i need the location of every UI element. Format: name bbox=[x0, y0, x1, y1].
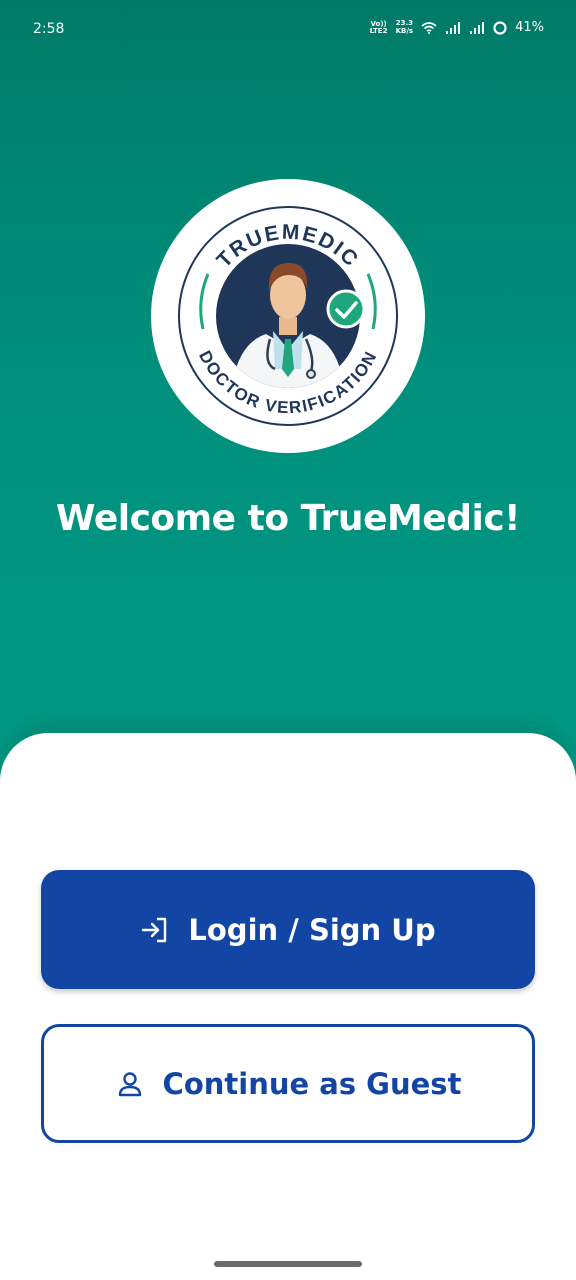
volte-indicator: Vo)) LTE2 bbox=[369, 19, 388, 35]
battery-icon bbox=[493, 20, 507, 35]
login-icon bbox=[140, 915, 170, 945]
signal-icon-2 bbox=[470, 21, 485, 34]
user-icon bbox=[115, 1069, 145, 1099]
wifi-icon bbox=[421, 21, 437, 34]
home-indicator[interactable] bbox=[214, 1261, 362, 1267]
battery-percent: 41% bbox=[515, 19, 544, 35]
login-signup-button[interactable]: Login / Sign Up bbox=[41, 870, 535, 989]
login-signup-label: Login / Sign Up bbox=[188, 912, 436, 947]
continue-as-guest-label: Continue as Guest bbox=[162, 1066, 462, 1101]
status-bar: 2:58 Vo)) LTE2 23.3 KB/s 41% bbox=[0, 0, 576, 60]
bottom-sheet bbox=[0, 733, 576, 1280]
status-time: 2:58 bbox=[33, 21, 65, 37]
app-logo: TRUEMEDIC DOCTOR VERIFICATION bbox=[151, 179, 425, 453]
continue-as-guest-button[interactable]: Continue as Guest bbox=[41, 1024, 535, 1143]
verified-doctor-badge-icon: TRUEMEDIC DOCTOR VERIFICATION bbox=[178, 206, 398, 426]
network-speed-unit: KB/s bbox=[395, 27, 414, 35]
signal-icon-1 bbox=[446, 21, 461, 34]
welcome-title: Welcome to TrueMedic! bbox=[55, 498, 521, 539]
network-speed: 23.3 KB/s bbox=[396, 20, 413, 35]
network-speed-value: 23.3 bbox=[395, 19, 413, 27]
status-icons: Vo)) LTE2 23.3 KB/s 41% bbox=[370, 20, 544, 35]
